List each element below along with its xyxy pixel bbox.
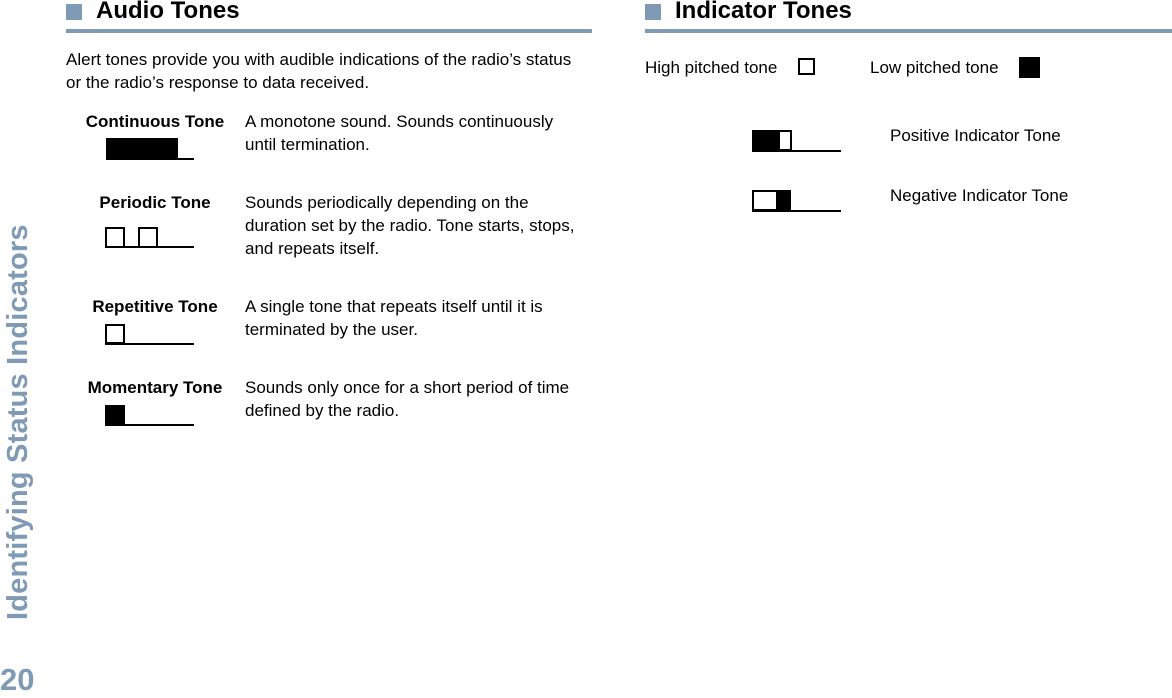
- tone-description: A monotone sound. Sounds continuously un…: [245, 112, 554, 154]
- tone-description: A single tone that repeats itself until …: [245, 297, 543, 339]
- indicator-label: Positive Indicator Tone: [890, 126, 1061, 145]
- heading-rule: [66, 29, 592, 33]
- audio-tones-heading: Audio Tones: [96, 0, 240, 24]
- tone-description: Sounds only once for a short period of t…: [245, 378, 570, 420]
- negative-indicator-diagram: [752, 190, 841, 212]
- tone-label: Continuous Tone: [85, 112, 225, 131]
- continuous-tone-diagram: [106, 138, 194, 160]
- chapter-title: Identifying Status Indicators: [2, 224, 34, 620]
- tone-label: Repetitive Tone: [92, 297, 218, 316]
- high-pitch-swatch: [798, 58, 815, 75]
- tone-on-block: [105, 405, 125, 425]
- high-pitch-block: [752, 190, 778, 211]
- tone-description: Sounds periodically depending on the dur…: [245, 193, 575, 258]
- tone-pulse: [105, 227, 125, 248]
- repetitive-tone-diagram: [105, 324, 194, 345]
- low-pitch-swatch: [1019, 57, 1040, 78]
- heading-rule: [645, 29, 1172, 33]
- tone-on-block: [106, 138, 178, 159]
- low-pitch-block: [752, 130, 779, 151]
- tone-pulse: [138, 227, 158, 248]
- high-pitch-label: High pitched tone: [645, 58, 778, 77]
- tone-label: Momentary Tone: [87, 378, 223, 397]
- indicator-tones-heading: Indicator Tones: [675, 0, 852, 24]
- tone-label: Periodic Tone: [99, 193, 211, 212]
- indicator-label: Negative Indicator Tone: [890, 186, 1069, 205]
- low-pitch-label: Low pitched tone: [870, 58, 999, 77]
- momentary-tone-diagram: [105, 405, 194, 426]
- page-number: 20: [0, 662, 35, 697]
- positive-indicator-diagram: [752, 130, 841, 152]
- periodic-tone-diagram: [105, 227, 194, 248]
- section-bullet-icon: [645, 4, 661, 20]
- section-bullet-icon: [66, 4, 82, 20]
- low-pitch-block: [776, 190, 791, 211]
- high-pitch-block: [778, 130, 792, 151]
- tone-pulse: [105, 324, 125, 344]
- audio-tones-intro: Alert tones provide you with audible ind…: [66, 50, 572, 92]
